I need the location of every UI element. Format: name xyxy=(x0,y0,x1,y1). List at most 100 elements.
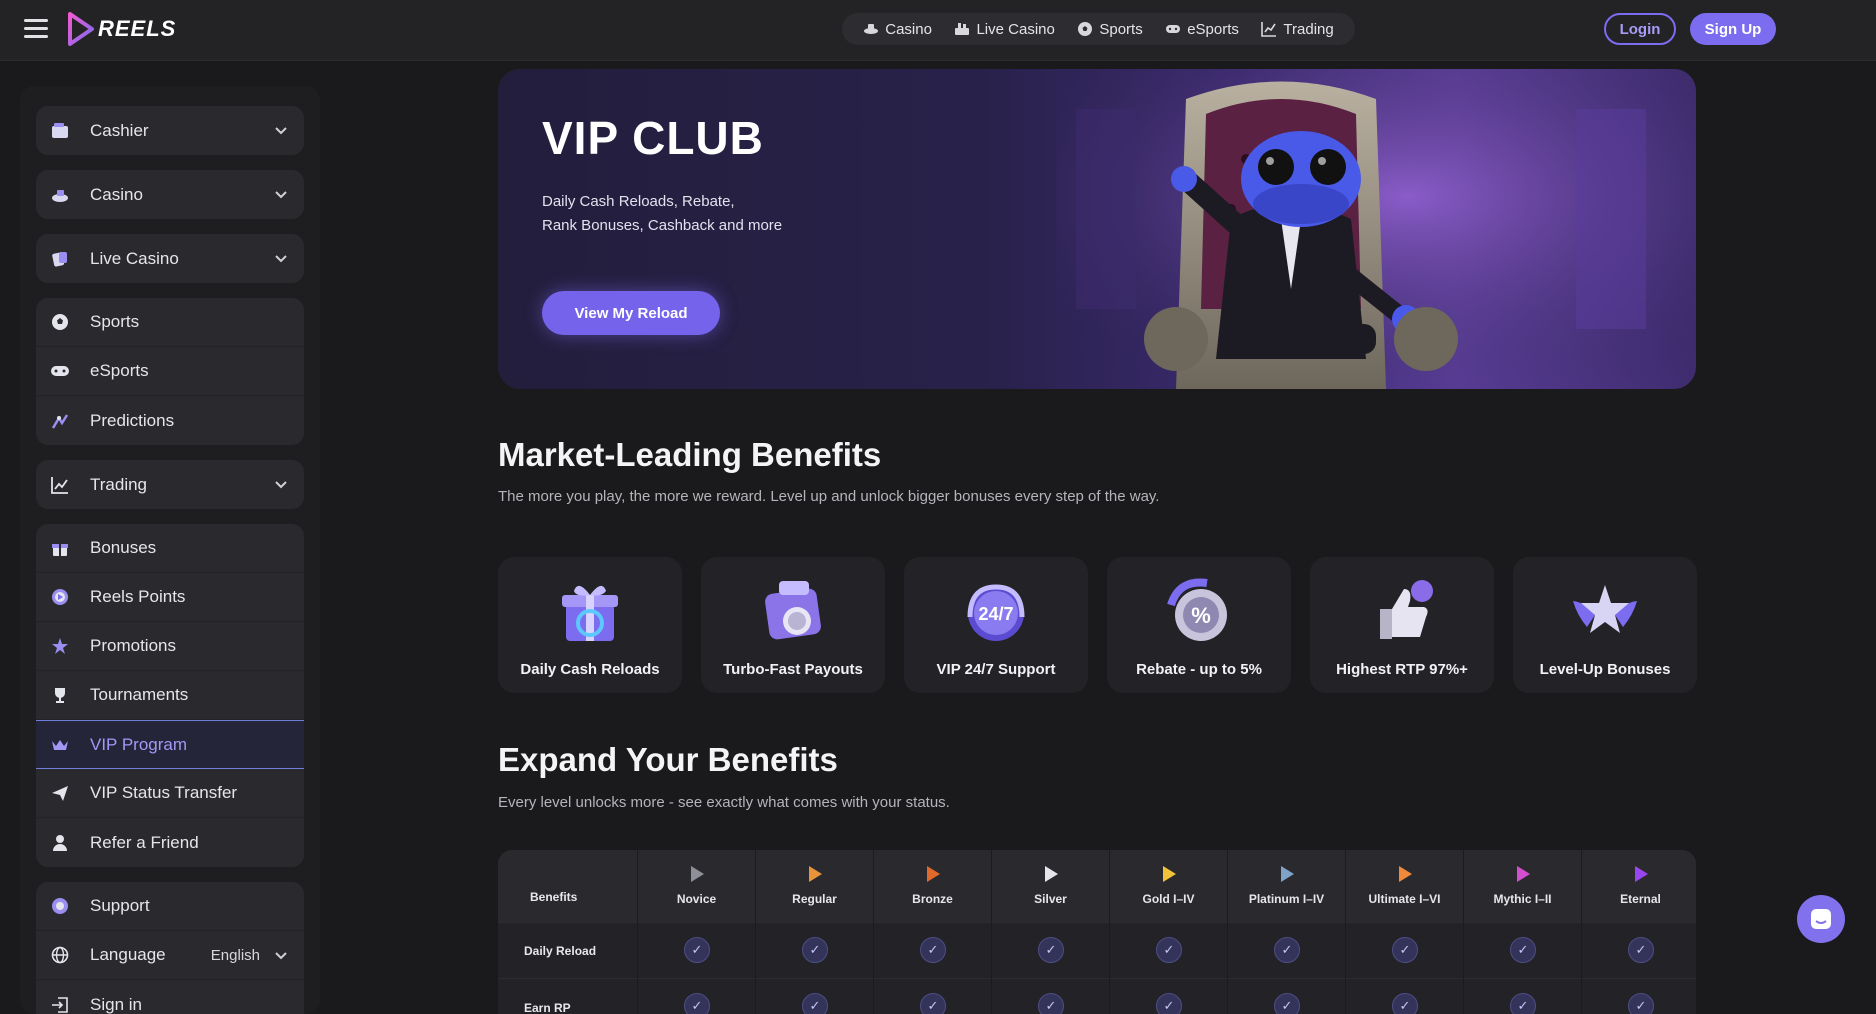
check-icon: ✓ xyxy=(1156,993,1182,1014)
sidebar-item-vip-program[interactable]: VIP Program xyxy=(36,720,304,769)
sidebar-item-reels-points[interactable]: Reels Points xyxy=(36,573,304,622)
live-casino-icon xyxy=(50,249,70,269)
language-value[interactable]: English xyxy=(211,947,260,964)
hero-subtitle-line: Daily Cash Reloads, Rebate, xyxy=(542,193,735,210)
table-level-label: Novice xyxy=(676,892,717,906)
benefits-title: Market-Leading Benefits xyxy=(498,436,882,473)
thumbs-up-icon xyxy=(1380,580,1433,639)
vip-mascot-image xyxy=(1056,69,1696,389)
table-level-label: Bronze xyxy=(912,892,953,906)
topnav-trading[interactable]: Trading xyxy=(1261,20,1334,38)
hero-title: VIP CLUB xyxy=(542,112,764,164)
table-level-column: Gold I–IV ✓ ✓ xyxy=(1109,850,1227,1014)
sidebar-group-rewards: Bonuses Reels Points Promotions Tourname… xyxy=(36,524,304,867)
chevron-down-icon[interactable] xyxy=(272,249,290,267)
sidebar-item-label: Bonuses xyxy=(90,538,157,557)
support-24-7-icon: 24/7 xyxy=(967,584,1025,641)
sidebar-item-vip-status-transfer[interactable]: VIP Status Transfer xyxy=(36,769,304,818)
chart-icon xyxy=(1261,21,1277,37)
sidebar-item-cashier[interactable]: Cashier xyxy=(36,106,304,155)
support-icon xyxy=(50,896,70,916)
chevron-down-icon[interactable] xyxy=(272,475,290,493)
table-level-column: Novice ✓ ✓ xyxy=(637,850,755,1014)
table-level-label: Gold I–IV xyxy=(1142,892,1195,906)
topnav-live-casino[interactable]: Live Casino xyxy=(954,21,1055,38)
benefit-card-level-up-bonuses: Level-Up Bonuses xyxy=(1513,557,1697,693)
sidebar-item-bonuses[interactable]: Bonuses xyxy=(36,524,304,573)
topnav-casino[interactable]: Casino xyxy=(863,21,932,38)
table-level-label: Platinum I–IV xyxy=(1248,892,1325,906)
check-icon: ✓ xyxy=(920,993,946,1014)
check-icon: ✓ xyxy=(684,993,710,1014)
check-icon: ✓ xyxy=(802,993,828,1014)
topnav-esports[interactable]: eSports xyxy=(1165,21,1239,38)
sidebar-item-sign-in[interactable]: Sign in xyxy=(36,980,304,1014)
soccer-ball-icon xyxy=(1077,21,1093,37)
check-icon: ✓ xyxy=(802,937,828,963)
reels-logo-icon xyxy=(68,12,94,46)
check-icon: ✓ xyxy=(1274,937,1300,963)
chevron-down-icon[interactable] xyxy=(272,121,290,139)
login-button[interactable]: Login xyxy=(1604,13,1676,45)
table-level-label: Mythic I–II xyxy=(1493,892,1552,906)
sidebar-item-label: Predictions xyxy=(90,410,175,430)
signup-button[interactable]: Sign Up xyxy=(1690,13,1776,45)
sidebar-group-settings: Support Language English Sign in xyxy=(36,882,304,1014)
benefits-table: Benefits Daily Reload Earn RP Novice ✓ ✓ Re… xyxy=(498,850,1696,1014)
benefit-label: VIP 24/7 Support xyxy=(936,661,1056,678)
sidebar-item-esports[interactable]: eSports xyxy=(36,347,304,396)
sidebar-item-predictions[interactable]: Predictions xyxy=(36,396,304,445)
chevron-down-icon[interactable] xyxy=(272,946,290,964)
topnav-label: Casino xyxy=(885,20,932,38)
benefit-card-turbo-fast-payouts: Turbo-Fast Payouts xyxy=(701,557,885,693)
wallet-icon xyxy=(50,121,70,141)
sidebar-item-promotions[interactable]: Promotions xyxy=(36,622,304,671)
topnav-sports[interactable]: Sports xyxy=(1077,21,1143,38)
wallet-coin-icon xyxy=(765,581,821,640)
benefit-card-rebate: % Rebate - up to 5% xyxy=(1107,557,1291,693)
sidebar: Cashier Casino Live Casino Sports eSport… xyxy=(20,86,320,1014)
sidebar-item-sports[interactable]: Sports xyxy=(36,298,304,347)
sidebar-item-casino[interactable]: Casino xyxy=(36,170,304,219)
chart-icon xyxy=(50,475,70,495)
benefits-subtitle: The more you play, the more we reward. L… xyxy=(498,488,1160,505)
chevron-down-icon[interactable] xyxy=(272,185,290,203)
sidebar-item-label: Sports xyxy=(90,312,140,331)
expand-subtitle: Every level unlocks more - see exactly w… xyxy=(498,794,950,811)
table-level-label: Ultimate I–VI xyxy=(1368,892,1441,906)
chat-button[interactable] xyxy=(1797,895,1845,943)
topnav-label: eSports xyxy=(1187,20,1239,38)
view-my-reload-button[interactable]: View My Reload xyxy=(542,291,720,335)
benefit-label: Daily Cash Reloads xyxy=(520,661,660,678)
sidebar-group-sports: Sports eSports Predictions xyxy=(36,298,304,445)
sign-in-icon xyxy=(50,995,70,1014)
svg-text:24/7: 24/7 xyxy=(978,604,1013,624)
promotions-icon xyxy=(50,636,70,656)
hero-subtitle: Daily Cash Reloads, Rebate, Rank Bonuses… xyxy=(542,190,862,238)
sidebar-item-label: Tournaments xyxy=(90,685,189,704)
check-icon: ✓ xyxy=(1038,937,1064,963)
benefit-card-daily-cash-reloads: Daily Cash Reloads xyxy=(498,557,682,693)
sidebar-item-language[interactable]: Language English xyxy=(36,931,304,980)
sidebar-item-tournaments[interactable]: Tournaments xyxy=(36,671,304,720)
level-badge-icon xyxy=(808,866,822,882)
level-badge-icon xyxy=(1044,866,1058,882)
brand-logo[interactable]: REELS xyxy=(66,12,176,46)
sidebar-item-label: Support xyxy=(90,896,150,915)
menu-icon[interactable] xyxy=(24,19,48,39)
check-icon: ✓ xyxy=(1628,993,1654,1014)
sidebar-item-support[interactable]: Support xyxy=(36,882,304,931)
sidebar-item-label: Trading xyxy=(90,474,148,494)
sidebar-item-label: Promotions xyxy=(90,636,176,655)
sidebar-item-refer-a-friend[interactable]: Refer a Friend xyxy=(36,818,304,867)
table-level-column: Platinum I–IV ✓ ✓ xyxy=(1227,850,1345,1014)
sidebar-item-trading[interactable]: Trading xyxy=(36,460,304,509)
sidebar-item-live-casino[interactable]: Live Casino xyxy=(36,234,304,283)
topnav-label: Trading xyxy=(1283,20,1334,38)
level-badge-icon xyxy=(1398,866,1412,882)
sidebar-group-live-casino: Live Casino xyxy=(36,234,304,283)
benefit-label: Rebate - up to 5% xyxy=(1136,661,1262,678)
table-level-column: Regular ✓ ✓ xyxy=(755,850,873,1014)
sidebar-item-label: Live Casino xyxy=(90,248,179,268)
level-badge-icon xyxy=(690,866,704,882)
